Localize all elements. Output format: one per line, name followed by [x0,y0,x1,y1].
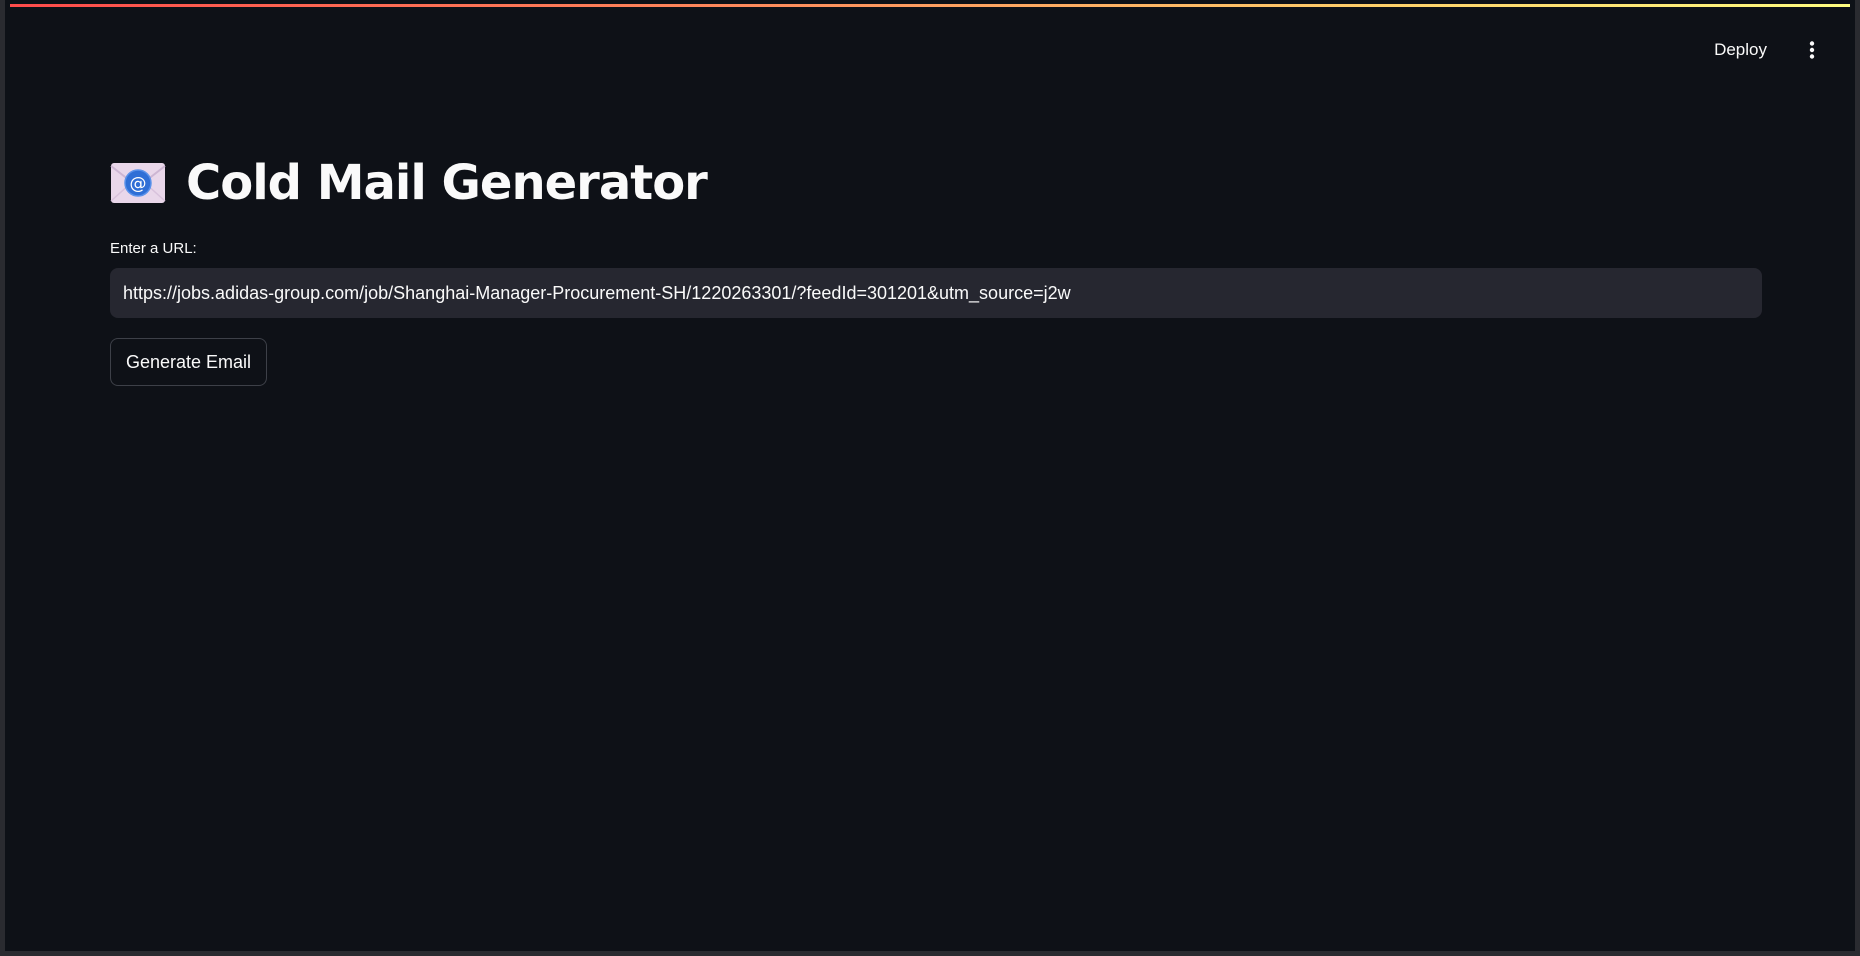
deploy-button[interactable]: Deploy [1704,34,1777,66]
svg-text:@: @ [130,174,147,194]
main-menu-button[interactable] [1797,35,1827,65]
vertical-ellipsis-icon [1809,41,1815,59]
header-toolbar: Deploy [1704,34,1827,66]
title-row: @ Cold Mail Generator [110,150,1762,216]
main-content: @ Cold Mail Generator Enter a URL: Gener… [110,150,1762,386]
url-input-container [110,268,1762,318]
app-window: Deploy @ Cold Mail Generator Enter a URL… [0,0,1860,956]
top-decoration-bar [10,4,1850,7]
generate-email-button[interactable]: Generate Email [110,338,268,386]
url-input[interactable] [121,281,1751,305]
page-title: Cold Mail Generator [186,155,708,211]
email-envelope-icon: @ [110,163,166,203]
url-field-label: Enter a URL: [110,240,197,257]
